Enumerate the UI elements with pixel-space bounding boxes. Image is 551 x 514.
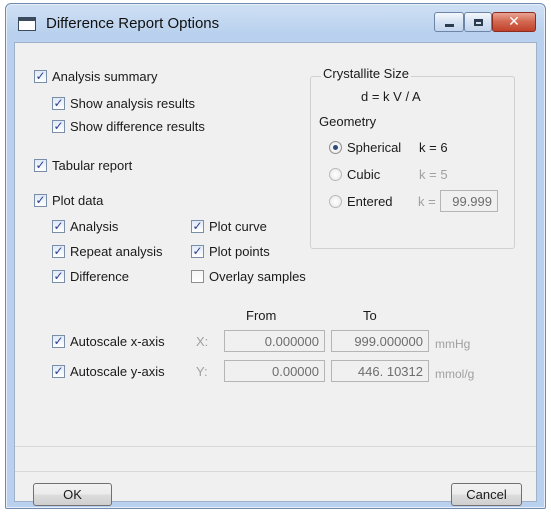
plot-curve-label: Plot curve — [209, 219, 267, 234]
entered-label: Entered — [347, 194, 393, 209]
close-icon: ✕ — [508, 14, 520, 30]
show-analysis-results-checkbox[interactable] — [52, 96, 65, 110]
entered-k-label: k = — [418, 194, 436, 209]
show-difference-results-label: Show difference results — [70, 119, 205, 134]
entered-k-input[interactable]: 99.999 — [440, 190, 498, 212]
difference-label: Difference — [70, 269, 130, 284]
show-analysis-results-label: Show analysis results — [70, 96, 195, 111]
x-unit-label: mmHg — [435, 337, 471, 351]
ok-button[interactable]: OK — [33, 483, 112, 506]
cubic-k-value: k = 5 — [419, 167, 448, 182]
overlay-samples-label: Overlay samples — [209, 269, 306, 284]
minimize-button[interactable] — [434, 12, 464, 32]
title-bar[interactable]: Difference Report Options ✕ — [6, 4, 545, 42]
crystallite-formula: d = k V / A — [361, 89, 421, 104]
y-unit-label: mmol/g — [435, 367, 475, 381]
minimize-icon — [444, 23, 454, 27]
show-difference-results-checkbox[interactable] — [52, 119, 65, 133]
x-to-input[interactable]: 999.000000 — [331, 330, 429, 352]
plot-points-label: Plot points — [209, 244, 270, 259]
autoscale-x-checkbox[interactable] — [52, 334, 65, 348]
x-axis-label: X: — [196, 334, 209, 349]
cubic-label: Cubic — [347, 167, 381, 182]
plot-points-checkbox[interactable] — [191, 244, 204, 258]
window-title: Difference Report Options — [46, 15, 220, 32]
analysis-checkbox[interactable] — [52, 219, 65, 233]
maximize-button[interactable] — [464, 12, 492, 32]
close-button[interactable]: ✕ — [492, 12, 536, 32]
repeat-analysis-checkbox[interactable] — [52, 244, 65, 258]
autoscale-x-label: Autoscale x-axis — [70, 334, 165, 349]
tabular-report-label: Tabular report — [52, 158, 133, 173]
repeat-analysis-label: Repeat analysis — [70, 244, 163, 259]
from-header: From — [246, 308, 277, 323]
analysis-label: Analysis — [70, 219, 119, 234]
to-header: To — [363, 308, 377, 323]
x-from-input[interactable]: 0.000000 — [224, 330, 325, 352]
spherical-label: Spherical — [347, 140, 402, 155]
difference-checkbox[interactable] — [52, 269, 65, 283]
spherical-k-value: k = 6 — [419, 140, 448, 155]
crystallite-size-title: Crystallite Size — [321, 66, 411, 81]
cubic-radio[interactable] — [329, 168, 342, 181]
plot-data-label: Plot data — [52, 193, 104, 208]
autoscale-y-label: Autoscale y-axis — [70, 364, 165, 379]
cancel-button[interactable]: Cancel — [451, 483, 522, 506]
overlay-samples-checkbox[interactable] — [191, 270, 204, 283]
y-axis-label: Y: — [196, 364, 208, 379]
plot-data-checkbox[interactable] — [34, 193, 47, 207]
analysis-summary-label: Analysis summary — [52, 69, 158, 84]
dialog-content: Analysis summary Show analysis results S… — [14, 42, 537, 506]
dialog-window: Difference Report Options ✕ Analysis sum… — [5, 3, 546, 509]
window-icon — [18, 17, 36, 31]
tabular-report-checkbox[interactable] — [34, 158, 47, 172]
plot-curve-checkbox[interactable] — [191, 219, 204, 233]
analysis-summary-checkbox[interactable] — [34, 69, 47, 83]
entered-radio[interactable] — [329, 195, 342, 208]
maximize-icon — [473, 18, 483, 26]
y-to-input[interactable]: 446. 10312 — [331, 360, 429, 382]
y-from-input[interactable]: 0.00000 — [224, 360, 325, 382]
status-bar — [15, 446, 536, 472]
spherical-radio[interactable] — [329, 141, 342, 154]
autoscale-y-checkbox[interactable] — [52, 364, 65, 378]
geometry-label: Geometry — [319, 114, 377, 129]
